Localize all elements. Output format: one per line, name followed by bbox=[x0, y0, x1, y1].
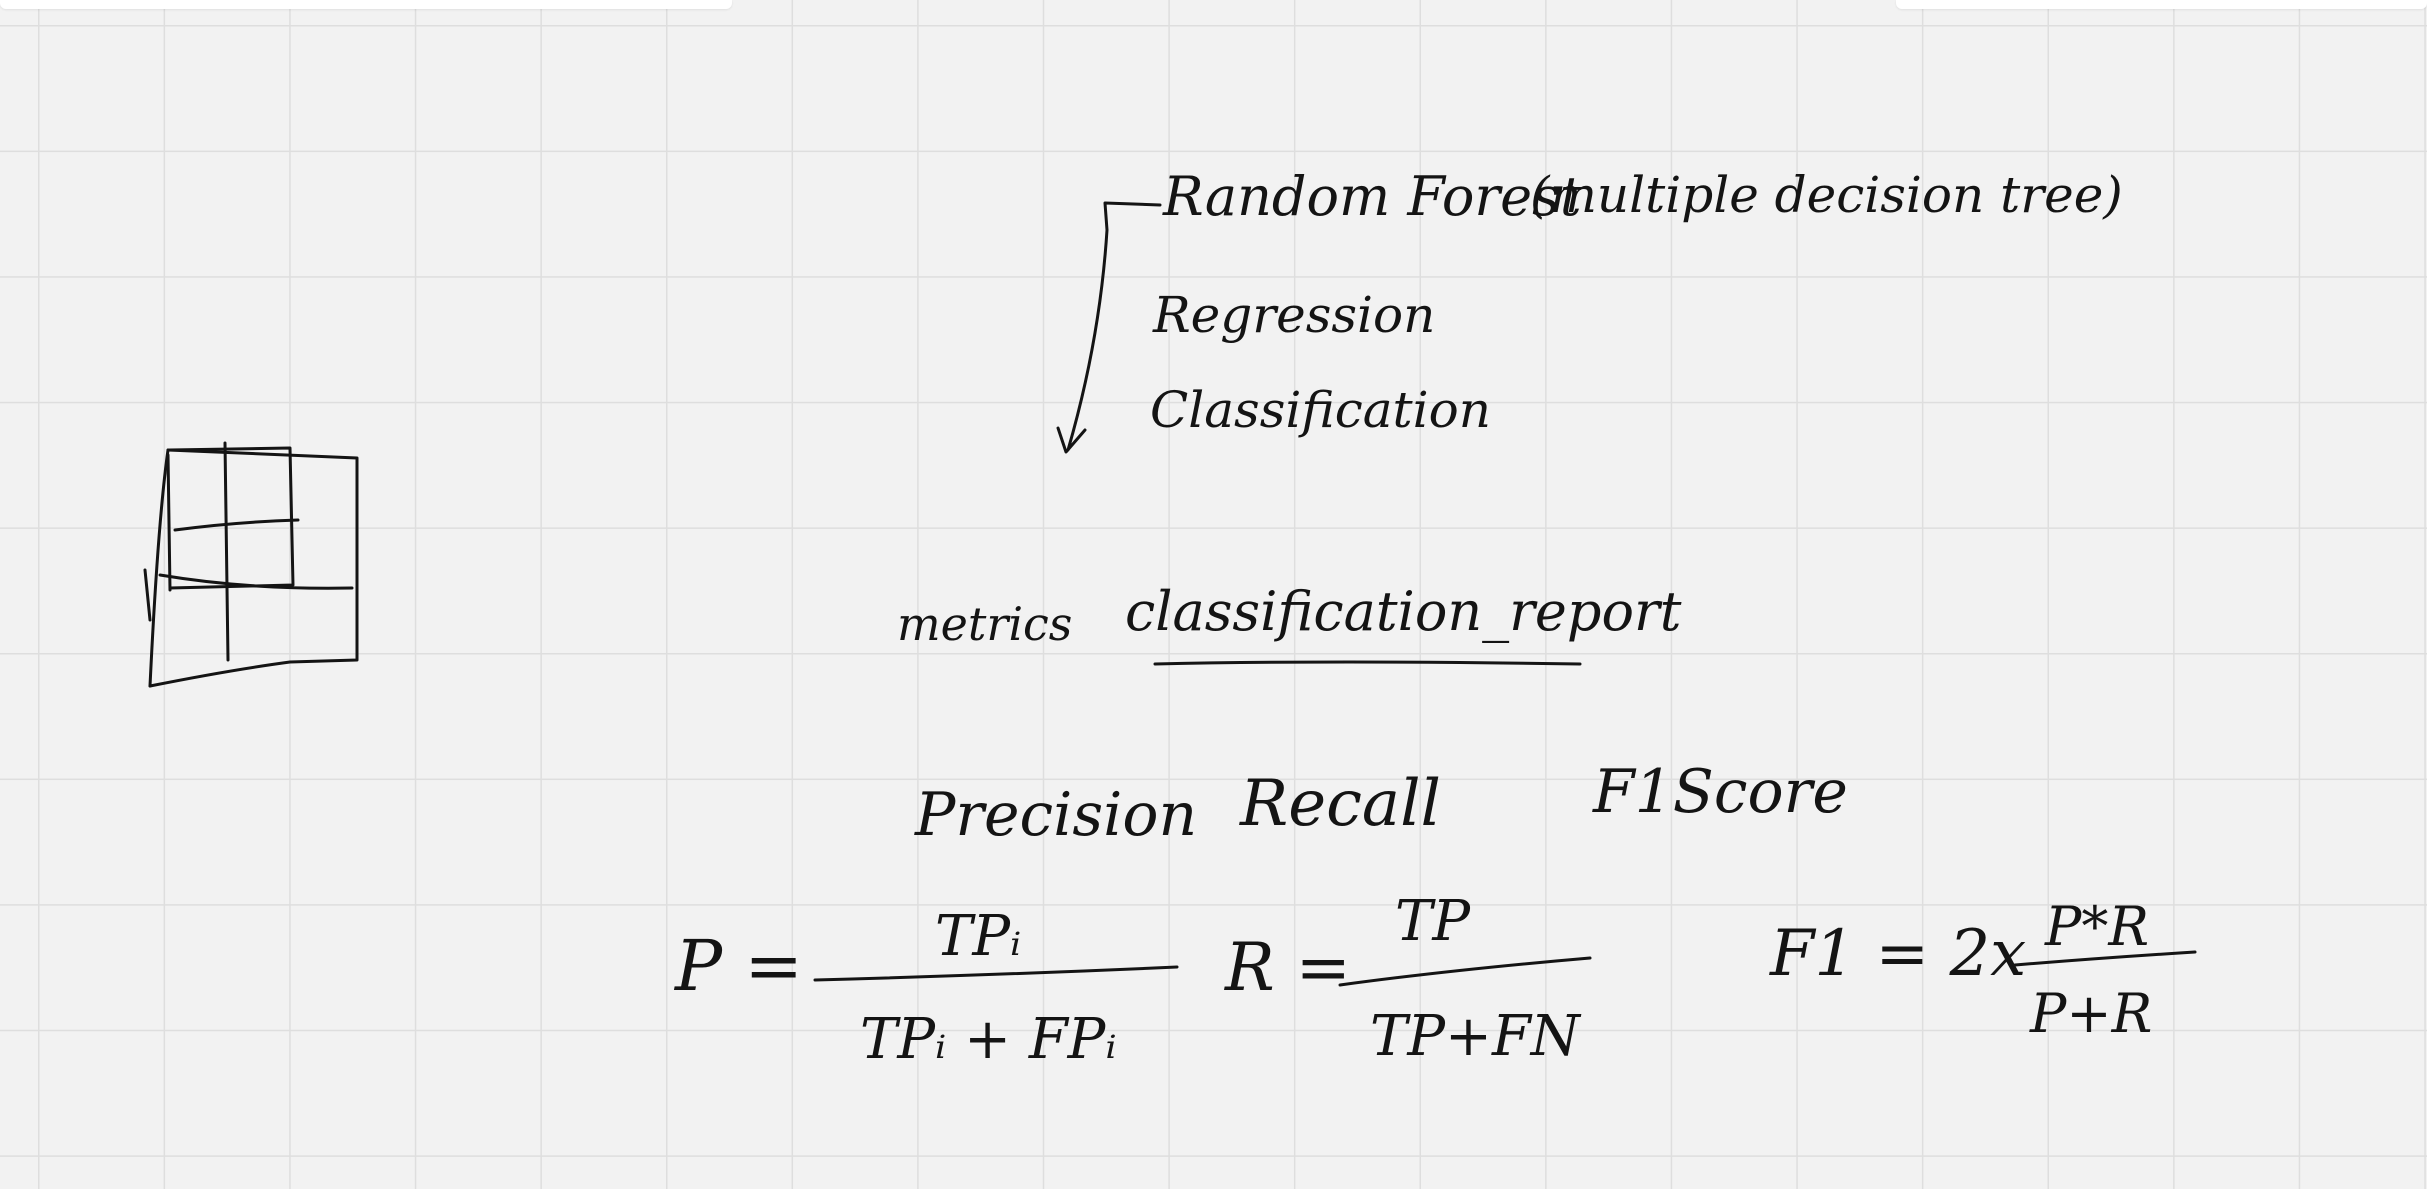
note-classification: Classification bbox=[1150, 381, 1491, 439]
underline bbox=[1153, 660, 1582, 666]
grid-sketch bbox=[143, 441, 359, 688]
heading-f1score: F1Score bbox=[1592, 757, 1848, 827]
formula-f1-denominator: P+R bbox=[2029, 982, 2152, 1045]
whiteboard-canvas[interactable]: Random Forest (multiple decision tree) R… bbox=[0, 0, 2427, 1189]
note-regression: Regression bbox=[1152, 286, 1435, 344]
formula-r-numerator: TP bbox=[1395, 889, 1471, 954]
note-classification-report: classification_report bbox=[1125, 580, 1682, 643]
formula-r-fraction-bar bbox=[1338, 956, 1592, 987]
formula-p-label: P = bbox=[673, 925, 803, 1007]
formula-f1-numerator: P*R bbox=[2044, 895, 2149, 958]
heading-recall: Recall bbox=[1239, 767, 1441, 841]
formula-r-label: R = bbox=[1224, 929, 1351, 1006]
bracket-arrow bbox=[1056, 201, 1162, 454]
note-multiple-trees: (multiple decision tree) bbox=[1530, 166, 2123, 224]
note-random-forest: Random Forest bbox=[1162, 165, 1582, 228]
note-metrics: metrics bbox=[897, 597, 1072, 651]
formula-p-numerator: TPᵢ bbox=[935, 904, 1021, 969]
formula-r-denominator: TP+FN bbox=[1370, 1004, 1582, 1069]
formula-f1-label: F1 = 2x bbox=[1769, 917, 2026, 991]
heading-precision: Precision bbox=[914, 780, 1197, 850]
formula-p-denominator: TPᵢ + FPᵢ bbox=[860, 1007, 1117, 1072]
